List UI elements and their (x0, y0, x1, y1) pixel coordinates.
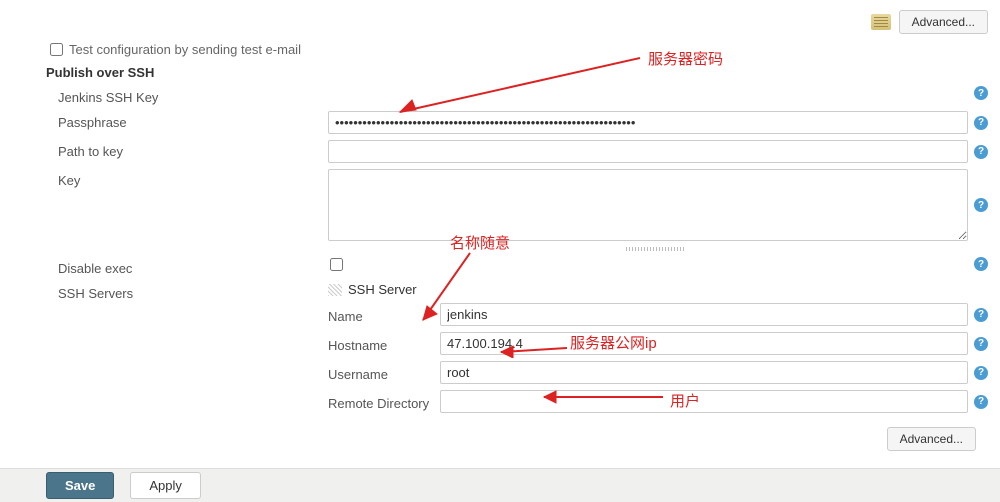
path-to-key-input[interactable] (328, 140, 968, 163)
drag-handle-icon[interactable] (871, 14, 891, 30)
ssh-username-input[interactable] (440, 361, 968, 384)
key-textarea[interactable] (328, 169, 968, 241)
ssh-remote-dir-label: Remote Directory (328, 392, 440, 411)
disable-exec-label: Disable exec (58, 257, 328, 276)
test-config-label: Test configuration by sending test e-mai… (69, 42, 301, 57)
help-icon[interactable]: ? (974, 366, 988, 380)
save-button[interactable]: Save (46, 472, 114, 499)
ssh-username-label: Username (328, 363, 440, 382)
ssh-hostname-label: Hostname (328, 334, 440, 353)
help-icon[interactable]: ? (974, 337, 988, 351)
help-icon[interactable]: ? (974, 116, 988, 130)
disable-exec-checkbox[interactable] (330, 258, 343, 271)
section-heading-publish-ssh: Publish over SSH (46, 65, 988, 80)
textarea-resizer[interactable] (330, 247, 988, 253)
jenkins-ssh-key-label: Jenkins SSH Key (58, 86, 328, 105)
help-icon[interactable]: ? (974, 198, 988, 212)
help-icon[interactable]: ? (974, 395, 988, 409)
key-label: Key (58, 169, 328, 188)
help-icon[interactable]: ? (974, 257, 988, 271)
test-config-checkbox[interactable] (50, 43, 63, 56)
ssh-hostname-input[interactable] (440, 332, 968, 355)
ssh-servers-label: SSH Servers (58, 282, 328, 301)
path-to-key-label: Path to key (58, 140, 328, 159)
advanced-button-top[interactable]: Advanced... (899, 10, 988, 34)
grip-icon[interactable] (328, 284, 342, 296)
passphrase-label: Passphrase (58, 111, 328, 130)
advanced-button-bottom[interactable]: Advanced... (887, 427, 976, 451)
ssh-remote-dir-input[interactable] (440, 390, 968, 413)
help-icon[interactable]: ? (974, 308, 988, 322)
ssh-name-input[interactable] (440, 303, 968, 326)
ssh-name-label: Name (328, 305, 440, 324)
help-icon[interactable]: ? (974, 86, 988, 100)
help-icon[interactable]: ? (974, 145, 988, 159)
apply-button[interactable]: Apply (130, 472, 201, 499)
passphrase-input[interactable] (328, 111, 968, 134)
ssh-server-header: SSH Server (348, 282, 417, 297)
button-bar: Save Apply (0, 468, 1000, 502)
